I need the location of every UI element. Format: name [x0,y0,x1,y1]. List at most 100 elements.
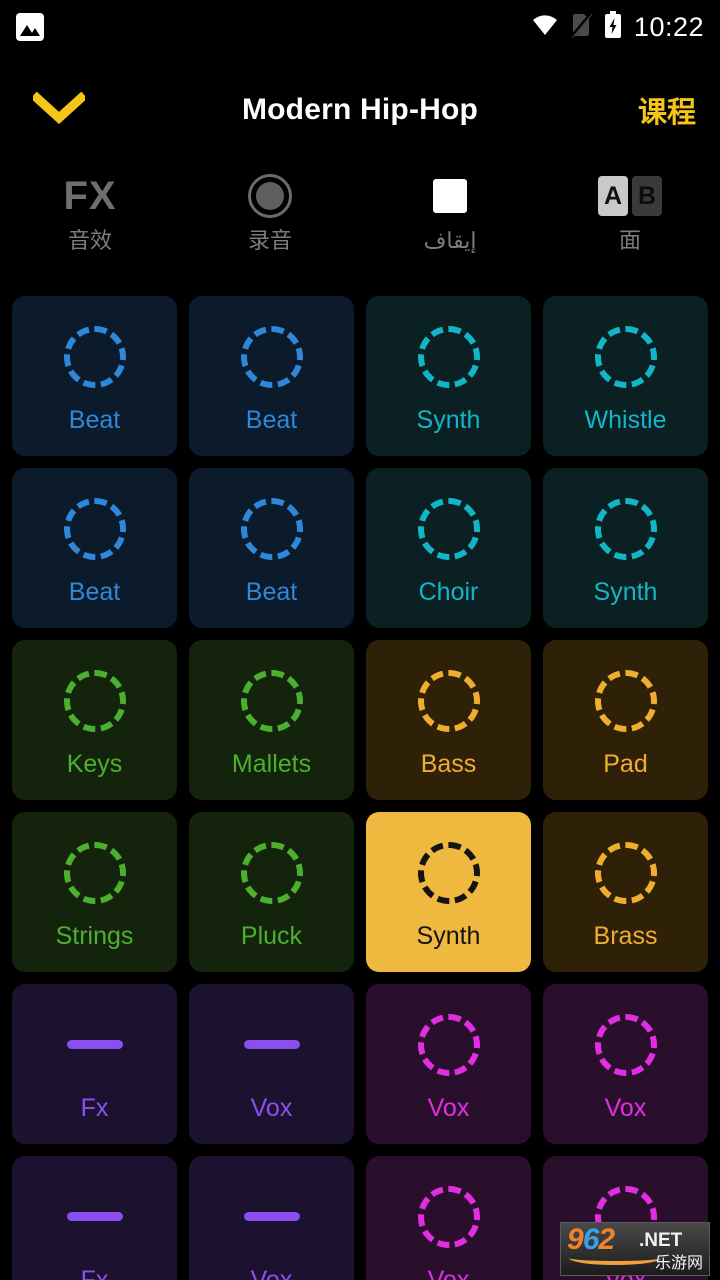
ab-toggle-button[interactable]: A B 面 [540,165,720,275]
dashed-ring-icon [240,492,303,566]
dashed-ring-icon-shape [417,325,480,388]
loop-cell-label: Synth [593,577,658,606]
dashed-ring-icon [240,320,303,394]
loop-cell-label: Vox [427,1265,470,1280]
status-bar: 10:22 [0,0,720,54]
bar-icon-shape [66,1040,123,1049]
loop-cell-mallets-9[interactable]: Mallets [189,640,354,800]
loop-cell-label: Keys [66,749,123,778]
loop-cell-synth-7[interactable]: Synth [543,468,708,628]
dashed-ring-icon [594,320,657,394]
loop-cell-synth-14[interactable]: Synth [366,812,531,972]
dashed-ring-icon-shape [63,669,126,732]
record-button[interactable]: 录音 [180,165,360,275]
loop-cell-label: Fx [80,1265,109,1280]
dashed-ring-icon [63,320,126,394]
loop-cell-label: Fx [80,1093,109,1122]
ab-toggle-label: 面 [618,228,641,253]
loop-cell-label: Mallets [231,749,312,778]
dashed-ring-icon-shape [240,497,303,560]
fx-button-label: 音效 [67,228,112,253]
dashed-ring-icon [63,836,126,910]
loop-cell-choir-6[interactable]: Choir [366,468,531,628]
dashed-ring-icon-shape [417,1185,480,1248]
dashed-ring-icon [417,320,480,394]
stop-button-label: إيقاف [423,228,477,253]
loop-cell-label: Pluck [240,921,303,950]
ab-toggle-b[interactable]: B [632,176,662,216]
loop-cell-label: Synth [416,405,481,434]
dashed-ring-icon-shape [417,497,480,560]
loop-cell-label: Strings [55,921,134,950]
loop-cell-vox-21[interactable]: Vox [189,1156,354,1280]
loop-cell-vox-19[interactable]: Vox [543,984,708,1144]
stop-icon [433,171,467,221]
loop-cell-label: Pad [603,749,648,778]
loop-cell-label: Beat [68,405,121,434]
fx-button[interactable]: FX 音效 [0,165,180,275]
record-icon [248,171,292,221]
collapse-button[interactable] [24,80,94,140]
dashed-ring-icon-shape [594,841,657,904]
loop-cell-pluck-13[interactable]: Pluck [189,812,354,972]
watermark-subtitle: 乐游网 [654,1255,703,1272]
loop-cell-label: Choir [418,577,479,606]
dashed-ring-icon-shape [594,497,657,560]
screenshot-image-icon [16,13,44,41]
loop-cell-label: Vox [427,1093,470,1122]
loop-cell-beat-4[interactable]: Beat [12,468,177,628]
bar-icon-shape [243,1212,300,1221]
app-root: 10:22 Modern Hip-Hop 课程 FX 音效 录音 إيقاف A… [0,0,720,1280]
record-button-label: 录音 [247,228,292,253]
dashed-ring-icon [240,836,303,910]
loop-cell-label: Beat [245,405,298,434]
fx-icon: FX [63,171,116,221]
loop-cell-vox-22[interactable]: Vox [366,1156,531,1280]
loop-cell-fx-20[interactable]: Fx [12,1156,177,1280]
stop-button[interactable]: إيقاف [360,165,540,275]
loop-cell-beat-1[interactable]: Beat [189,296,354,456]
ab-toggle-icon: A B [598,171,662,221]
lessons-button[interactable]: 课程 [638,89,696,131]
dashed-ring-icon [63,492,126,566]
transport-toolbar: FX 音效 录音 إيقاف A B 面 [0,165,720,275]
loop-cell-beat-0[interactable]: Beat [12,296,177,456]
loop-cell-beat-5[interactable]: Beat [189,468,354,628]
dashed-ring-icon-shape [63,841,126,904]
loop-cell-brass-15[interactable]: Brass [543,812,708,972]
ab-toggle-a[interactable]: A [598,176,628,216]
loop-cell-label: Beat [245,577,298,606]
dashed-ring-icon [594,1008,657,1082]
loop-cell-synth-2[interactable]: Synth [366,296,531,456]
title-bar: Modern Hip-Hop 课程 [0,72,720,148]
loop-cell-label: Brass [593,921,658,950]
loop-cell-bass-10[interactable]: Bass [366,640,531,800]
loop-cell-keys-8[interactable]: Keys [12,640,177,800]
loop-cell-strings-12[interactable]: Strings [12,812,177,972]
loop-cell-label: Beat [68,577,121,606]
dashed-ring-icon [417,836,480,910]
dashed-ring-icon-shape [594,325,657,388]
bar-icon [243,1008,300,1082]
dashed-ring-icon-shape [594,669,657,732]
dashed-ring-icon [594,836,657,910]
dashed-ring-icon [594,492,657,566]
loop-cell-pad-11[interactable]: Pad [543,640,708,800]
loop-cell-fx-16[interactable]: Fx [12,984,177,1144]
loop-cell-whistle-3[interactable]: Whistle [543,296,708,456]
loop-cell-label: Whistle [584,405,667,434]
status-bar-clock: 10:22 [633,11,704,42]
dashed-ring-icon-shape [594,1013,657,1076]
loop-cell-label: Vox [250,1093,293,1122]
dashed-ring-icon-shape [240,669,303,732]
dashed-ring-icon [63,664,126,738]
bar-icon [243,1180,300,1254]
loop-cell-vox-17[interactable]: Vox [189,984,354,1144]
status-bar-left [16,13,44,41]
battery-charging-icon [604,10,622,44]
loop-cell-vox-18[interactable]: Vox [366,984,531,1144]
dashed-ring-icon [417,1180,480,1254]
dashed-ring-icon-shape [417,841,480,904]
status-bar-right: 10:22 [532,10,704,44]
dashed-ring-icon [417,1008,480,1082]
